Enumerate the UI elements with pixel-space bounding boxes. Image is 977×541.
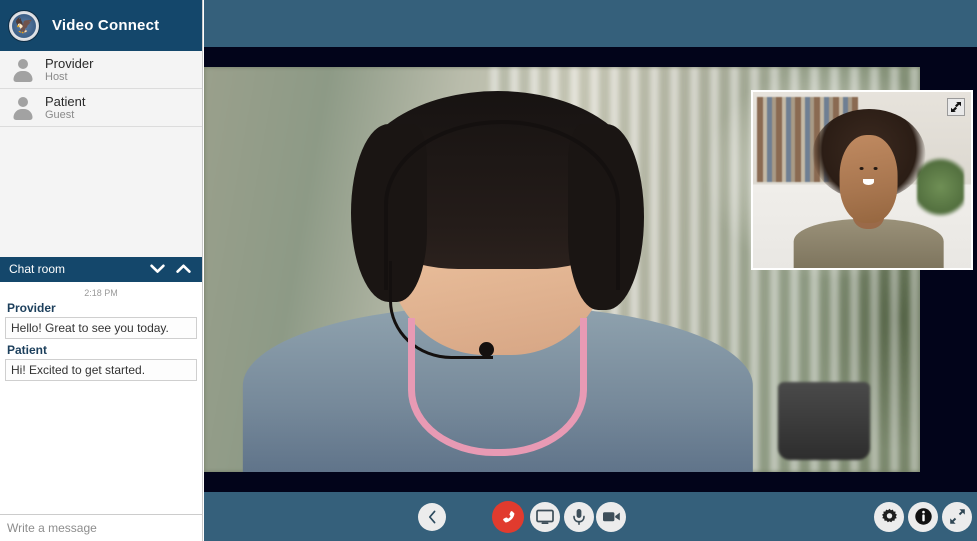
participant-row-patient[interactable]: Patient Guest — [0, 89, 202, 127]
sidebar: 🦅 Video Connect Provider Host Patient Gu… — [0, 0, 203, 541]
chevron-down-icon[interactable] — [144, 258, 170, 280]
collapse-sidebar-button[interactable] — [418, 502, 446, 531]
message-author: Patient — [7, 342, 48, 357]
self-view-video[interactable] — [751, 90, 973, 270]
chat-message-list: 2:18 PM Provider Hello! Great to see you… — [0, 281, 202, 514]
patient-subject — [793, 106, 944, 268]
chat-room-title: Chat room — [9, 262, 66, 276]
app-title: Video Connect — [52, 17, 160, 34]
call-control-bar — [204, 492, 977, 541]
participant-role: Host — [45, 70, 68, 83]
chevron-up-icon[interactable] — [170, 258, 196, 280]
participant-role: Guest — [45, 108, 75, 121]
video-visit-app: 🦅 Video Connect Provider Host Patient Gu… — [0, 0, 977, 541]
camera-button[interactable] — [596, 501, 626, 532]
end-call-button[interactable] — [492, 500, 524, 533]
eagle-glyph: 🦅 — [14, 17, 34, 34]
microphone-button[interactable] — [564, 501, 594, 532]
expand-pip-icon[interactable] — [947, 98, 965, 116]
participant-name: Patient — [45, 93, 86, 109]
chat-room-header[interactable]: Chat room — [0, 256, 202, 282]
va-seal-icon: 🦅 — [8, 9, 40, 42]
avatar — [10, 57, 36, 83]
chat-message: Hi! Excited to get started. — [5, 358, 197, 381]
chat-message-input[interactable] — [0, 515, 202, 541]
info-button[interactable] — [908, 501, 938, 532]
participant-name: Provider — [45, 55, 94, 71]
share-screen-button[interactable] — [530, 501, 560, 532]
fullscreen-button[interactable] — [942, 501, 972, 532]
video-letterbox — [204, 47, 977, 492]
settings-button[interactable] — [874, 501, 904, 532]
chat-timestamp: 2:18 PM — [84, 287, 118, 298]
message-author: Provider — [7, 300, 56, 315]
video-stage — [204, 0, 977, 541]
chat-message: Hello! Great to see you today. — [5, 316, 197, 339]
app-header: 🦅 Video Connect — [0, 0, 202, 51]
chat-input-container — [0, 514, 202, 541]
sidebar-empty-space — [0, 127, 202, 257]
avatar — [10, 95, 36, 121]
participant-row-provider[interactable]: Provider Host — [0, 51, 202, 89]
